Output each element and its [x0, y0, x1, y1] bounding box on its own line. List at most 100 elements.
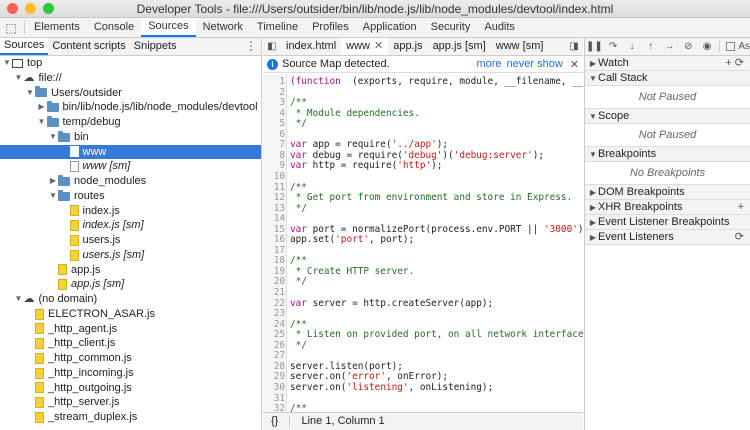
expanded-triangle-icon[interactable]: ▼: [2, 56, 12, 71]
more-link[interactable]: more: [476, 58, 501, 70]
tree-folder[interactable]: ▶ node_modules: [0, 174, 261, 189]
line-number[interactable]: 12: [263, 193, 285, 204]
section-breakpoints[interactable]: ▼Breakpoints: [585, 147, 750, 162]
section-dom-breakpoints[interactable]: ▶ DOM Breakpoints: [585, 185, 750, 200]
navigator-tab-sources[interactable]: Sources: [0, 38, 49, 55]
section-actions[interactable]: + ⟳: [725, 56, 744, 71]
section-event-listeners[interactable]: ▶ Event Listeners ⟳: [585, 230, 750, 245]
line-number[interactable]: 21: [263, 287, 285, 299]
section-watch[interactable]: ▶ Watch + ⟳: [585, 56, 750, 71]
tree-item[interactable]: _http_agent.js: [0, 322, 261, 337]
tree-item[interactable]: users.js: [0, 233, 261, 248]
more-options-icon[interactable]: ⋮: [245, 38, 257, 55]
code-editor[interactable]: 1 (function (exports, require, module, __…: [263, 74, 583, 412]
expanded-triangle-icon[interactable]: ▼: [25, 86, 35, 101]
line-number[interactable]: 32: [263, 404, 285, 412]
section-actions[interactable]: ⟳: [735, 230, 744, 245]
tree-item[interactable]: app.js: [0, 263, 261, 278]
collapsed-triangle-icon[interactable]: ▶: [588, 200, 598, 215]
tree-item[interactable]: _http_outgoing.js: [0, 381, 261, 396]
step-over-icon[interactable]: ↷: [604, 41, 623, 52]
window-title: Developer Tools - file:///Users/outsider…: [136, 2, 614, 16]
tab-sources[interactable]: Sources: [141, 18, 196, 37]
editor-tab[interactable]: index.html: [281, 38, 341, 55]
editor-tab[interactable]: www [sm]: [491, 38, 549, 55]
expanded-triangle-icon[interactable]: ▼: [588, 147, 598, 162]
pause-on-exceptions-icon[interactable]: ◉: [698, 41, 717, 52]
tab-profiles[interactable]: Profiles: [305, 18, 356, 37]
collapsed-triangle-icon[interactable]: ▶: [588, 215, 598, 230]
tree-item[interactable]: ELECTRON_ASAR.js: [0, 307, 261, 322]
tab-security[interactable]: Security: [424, 18, 478, 37]
toggle-navigator-icon[interactable]: ◧: [263, 38, 281, 55]
navigator-tab-content-scripts[interactable]: Content scripts: [48, 38, 129, 55]
tree-item[interactable]: ▼ ☁ (no domain): [0, 292, 261, 307]
never-show-link[interactable]: never show: [507, 58, 563, 70]
tree-item[interactable]: _http_incoming.js: [0, 366, 261, 381]
step-into-icon[interactable]: ↓: [623, 41, 642, 52]
tab-timeline[interactable]: Timeline: [250, 18, 305, 37]
collapsed-triangle-icon[interactable]: ▶: [588, 56, 598, 71]
inspect-element-icon[interactable]: ⬚: [0, 18, 22, 37]
zoom-window-button[interactable]: [43, 3, 54, 14]
line-number[interactable]: 10: [263, 171, 285, 183]
expanded-triangle-icon[interactable]: ▼: [14, 71, 24, 86]
tab-audits[interactable]: Audits: [477, 18, 522, 37]
tab-network[interactable]: Network: [196, 18, 250, 37]
tree-item[interactable]: app.js [sm]: [0, 277, 261, 292]
tab-application[interactable]: Application: [356, 18, 424, 37]
collapsed-triangle-icon[interactable]: ▶: [588, 230, 598, 245]
section-actions[interactable]: +: [738, 200, 744, 215]
expanded-triangle-icon[interactable]: ▼: [588, 109, 598, 124]
pause-icon[interactable]: ❚❚: [585, 41, 604, 52]
toggle-debugger-icon[interactable]: ◨: [565, 38, 583, 55]
section-event-listener-breakpoints[interactable]: ▶ Event Listener Breakpoints: [585, 215, 750, 230]
tree-folder[interactable]: ▶ bin/lib/node.js/lib/node_modules/devtoo…: [0, 100, 261, 115]
step-out-icon[interactable]: ↑: [641, 41, 660, 52]
section-xhr-breakpoints[interactable]: ▶ XHR Breakpoints +: [585, 200, 750, 215]
expanded-triangle-icon[interactable]: ▼: [48, 130, 58, 145]
pretty-print-icon[interactable]: {}: [271, 415, 278, 427]
tree-folder[interactable]: ▼ temp/debug: [0, 115, 261, 130]
async-checkbox[interactable]: [726, 42, 736, 51]
section-scope[interactable]: ▼Scope: [585, 109, 750, 124]
tree-item[interactable]: index.js [sm]: [0, 218, 261, 233]
editor-tab[interactable]: app.js [sm]: [428, 38, 491, 55]
line-number[interactable]: 30: [263, 382, 285, 394]
collapsed-triangle-icon[interactable]: ▶: [37, 100, 47, 115]
collapsed-triangle-icon[interactable]: ▶: [588, 185, 598, 200]
minimize-window-button[interactable]: [25, 3, 36, 14]
expanded-triangle-icon[interactable]: ▼: [48, 189, 58, 204]
code-token: 'debug:server': [453, 149, 533, 161]
navigator-tab-snippets[interactable]: Snippets: [130, 38, 181, 55]
expanded-triangle-icon[interactable]: ▼: [588, 71, 598, 86]
tree-item[interactable]: ▼ ☁ file://: [0, 71, 261, 86]
tree-item[interactable]: _http_server.js: [0, 395, 261, 410]
section-call-stack[interactable]: ▼Call Stack: [585, 71, 750, 86]
close-window-button[interactable]: [7, 3, 18, 14]
tree-item[interactable]: users.js [sm]: [0, 248, 261, 263]
tree-item[interactable]: _http_common.js: [0, 351, 261, 366]
tree-item[interactable]: www [sm]: [0, 159, 261, 174]
close-icon[interactable]: ✕: [374, 40, 383, 52]
tree-item[interactable]: www: [0, 144, 261, 160]
tree-item[interactable]: _stream_duplex.js: [0, 410, 261, 425]
tab-console[interactable]: Console: [87, 18, 141, 37]
expanded-triangle-icon[interactable]: ▼: [14, 292, 24, 307]
tree-item[interactable]: _http_client.js: [0, 336, 261, 351]
editor-tab[interactable]: app.js: [388, 38, 427, 55]
step-icon[interactable]: →: [660, 41, 679, 52]
collapsed-triangle-icon[interactable]: ▶: [48, 174, 58, 189]
editor-tab[interactable]: www ✕: [341, 38, 389, 55]
tree-item-label: node_modules: [74, 175, 147, 187]
tree-item[interactable]: ▼ top: [0, 56, 261, 71]
tree-item[interactable]: index.js: [0, 204, 261, 219]
line-number[interactable]: 1: [263, 76, 285, 88]
tree-folder[interactable]: ▼ routes: [0, 189, 261, 204]
tab-elements[interactable]: Elements: [27, 18, 87, 37]
tree-folder[interactable]: ▼ Users/outsider: [0, 86, 261, 101]
deactivate-breakpoints-icon[interactable]: ⊘: [679, 41, 698, 52]
tree-folder[interactable]: ▼ bin: [0, 130, 261, 145]
close-icon[interactable]: ✕: [570, 58, 579, 71]
expanded-triangle-icon[interactable]: ▼: [37, 115, 47, 130]
